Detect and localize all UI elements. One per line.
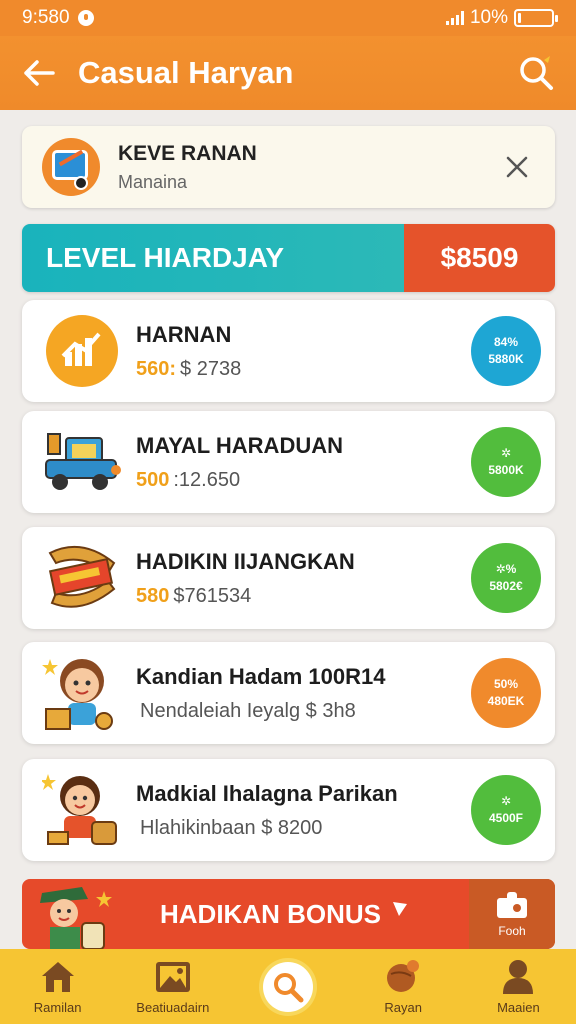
bonus-label: HADIKAN BONUS xyxy=(132,879,469,949)
status-bar: 9:580 10% xyxy=(0,0,576,36)
item-title: Kandian Hadam 100R14 xyxy=(136,663,386,689)
nav-label: Ramilan xyxy=(33,1000,82,1015)
item-subtitle: 560: $ 2738 xyxy=(136,358,471,381)
battery-icon xyxy=(514,9,558,27)
notice-banner[interactable]: KEVE RANAN Manaina xyxy=(22,126,555,208)
list-item[interactable]: MAYAL HARADUAN 500:12.650 ✲ 5800K xyxy=(22,411,555,513)
item-highlight: 560: xyxy=(136,357,177,380)
girl-avatar-icon xyxy=(36,647,128,739)
status-badge: ✲ 5800K xyxy=(471,427,541,497)
item-title: HADIKIN IIJANGKAN xyxy=(136,548,355,574)
item-value: $761534 xyxy=(173,584,252,607)
notification-icon xyxy=(77,10,94,26)
boy-avatar-icon xyxy=(36,764,128,856)
badge-line-2: 5800K xyxy=(488,463,524,477)
item-subtitle: Nendaleiah Ieyalg $ 3h8 xyxy=(136,700,471,723)
badge-line-2: 5880K xyxy=(488,352,524,366)
item-subtitle: 500:12.650 xyxy=(136,469,471,492)
list-item[interactable]: HARNAN 560: $ 2738 84% 5880K xyxy=(22,300,555,402)
nav-item-gallery[interactable]: Beatiuadairn xyxy=(115,949,230,1024)
list-item[interactable]: HADIKIN IIJANGKAN 580 $761534 ✲% 5802€ xyxy=(22,527,555,629)
close-icon xyxy=(506,156,528,178)
status-badge: ✲% 5802€ xyxy=(471,543,541,613)
badge-line-1: 50% xyxy=(493,677,519,692)
nav-label: Beatiuadairn xyxy=(136,1000,210,1015)
level-label: LEVEL HIARDJAY xyxy=(22,224,404,292)
item-highlight: 580 xyxy=(136,584,170,607)
status-right: 10% xyxy=(445,7,558,29)
gift-icon xyxy=(497,892,527,918)
badge-line-1: ✲% xyxy=(495,562,517,577)
character-icon xyxy=(22,879,132,949)
item-value: :12.650 xyxy=(173,468,241,491)
item-value: $ 2738 xyxy=(180,357,242,380)
level-bar[interactable]: LEVEL HIARDJAY $8509 xyxy=(22,224,555,292)
center-search-button[interactable] xyxy=(263,961,313,1012)
notice-text: KEVE RANAN Manaina xyxy=(118,142,487,193)
bonus-side-button[interactable]: Fooh xyxy=(469,879,555,949)
list-item[interactable]: Kandian Hadam 100R14 Nendaleiah Ieyalg $… xyxy=(22,642,555,744)
ball-icon xyxy=(387,960,420,992)
bonus-banner[interactable]: HADIKAN BONUS Fooh xyxy=(22,879,555,949)
signal-icon xyxy=(445,11,464,25)
battery-fill xyxy=(518,13,521,23)
badge-line-2: 480EK xyxy=(487,694,525,708)
item-value: Nendaleiah Ieyalg $ 3h8 xyxy=(140,699,356,722)
item-title: HARNAN xyxy=(136,321,232,347)
page-title: Casual Haryan xyxy=(78,55,294,90)
search-button[interactable] xyxy=(496,36,576,110)
bonus-side-label: Fooh xyxy=(498,924,526,938)
chart-coin-icon xyxy=(36,305,128,397)
badge-line-1: 84% xyxy=(493,335,519,350)
home-icon xyxy=(41,962,74,992)
nav-item-home[interactable]: Ramilan xyxy=(0,949,115,1024)
badge-line-1: ✲ xyxy=(500,446,512,461)
item-subtitle: Hlahikinbaan $ 8200 xyxy=(136,817,471,840)
nav-item-search[interactable] xyxy=(230,949,345,1024)
badge-line-1: ✲ xyxy=(500,794,512,809)
level-amount: $8509 xyxy=(404,224,555,292)
nav-label: Maaien xyxy=(497,1000,540,1015)
item-title: Madkial Ihalagna Parikan xyxy=(136,780,398,806)
badge-line-2: 4500F xyxy=(488,811,524,825)
notice-app-icon xyxy=(42,138,100,196)
notice-title: KEVE RANAN xyxy=(118,141,257,165)
ribbon-banner-icon xyxy=(36,532,128,624)
item-highlight: 500 xyxy=(136,468,170,491)
status-badge: ✲ 4500F xyxy=(471,775,541,845)
nav-label: Rayan xyxy=(384,1000,422,1015)
notice-subtitle: Manaina xyxy=(118,171,188,192)
item-title: MAYAL HARADUAN xyxy=(136,432,343,458)
arrow-left-icon xyxy=(24,60,55,86)
back-button[interactable] xyxy=(0,36,78,110)
item-subtitle: 580 $761534 xyxy=(136,585,471,608)
image-icon xyxy=(155,962,190,992)
person-icon xyxy=(503,960,534,994)
battery-percent: 10% xyxy=(469,7,508,28)
truck-icon xyxy=(36,416,128,508)
status-badge: 84% 5880K xyxy=(471,316,541,386)
nav-item-profile[interactable]: Maaien xyxy=(461,949,576,1024)
status-left: 9:580 xyxy=(22,7,446,29)
badge-line-2: 5802€ xyxy=(489,579,523,593)
status-badge: 50% 480EK xyxy=(471,658,541,728)
search-icon xyxy=(274,972,304,1002)
nav-item-game[interactable]: Rayan xyxy=(346,949,461,1024)
bonus-text: HADIKAN BONUS xyxy=(160,898,381,929)
list-item[interactable]: Madkial Ihalagna Parikan Hlahikinbaan $ … xyxy=(22,759,555,861)
close-button[interactable] xyxy=(487,137,547,197)
sparkle-icon xyxy=(393,902,407,916)
search-icon xyxy=(520,56,553,90)
bottom-nav: Ramilan Beatiuadairn Rayan Maaien xyxy=(0,949,576,1024)
status-time: 9:580 xyxy=(22,7,70,28)
item-value: Hlahikinbaan $ 8200 xyxy=(140,816,323,839)
app-bar: Casual Haryan xyxy=(0,36,576,110)
